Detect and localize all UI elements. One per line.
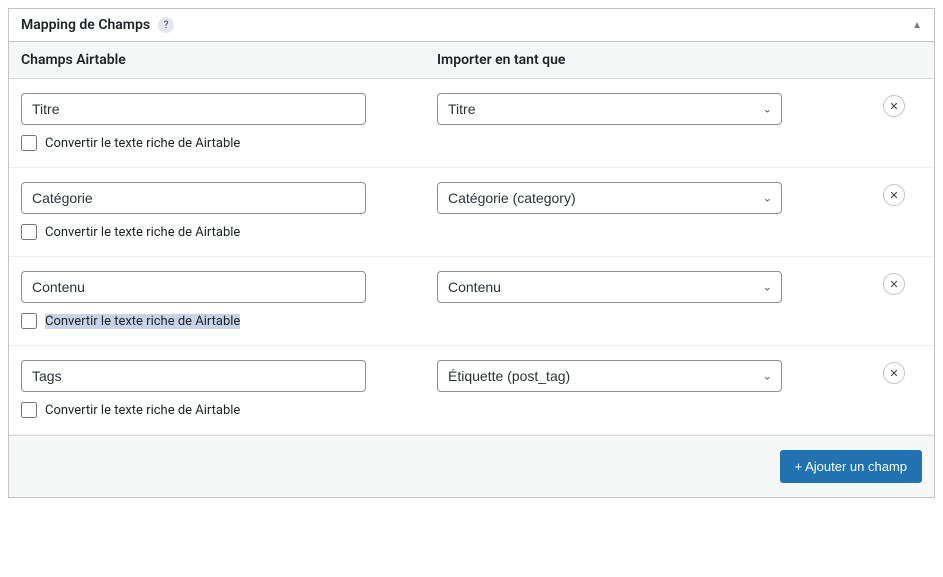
- add-field-button[interactable]: + Ajouter un champ: [780, 450, 922, 483]
- convert-rich-text-label: Convertir le texte riche de Airtable: [45, 136, 240, 151]
- airtable-field-input[interactable]: [21, 271, 366, 303]
- convert-rich-text-label: Convertir le texte riche de Airtable: [45, 225, 240, 240]
- table-header-row: Champs Airtable Importer en tant que: [9, 42, 934, 79]
- import-as-select[interactable]: Contenu: [437, 271, 782, 303]
- airtable-field-input[interactable]: [21, 93, 366, 125]
- field-mapping-panel: Mapping de Champs ? ▲ Champs Airtable Im…: [8, 8, 935, 498]
- remove-row-button[interactable]: ✕: [883, 273, 905, 295]
- mapping-row: Convertir le texte riche de Airtable Con…: [9, 257, 934, 346]
- mapping-row: Convertir le texte riche de Airtable Éti…: [9, 346, 934, 435]
- import-as-select[interactable]: Catégorie (category): [437, 182, 782, 214]
- import-as-select[interactable]: Titre: [437, 93, 782, 125]
- header-import-as: Importer en tant que: [425, 52, 854, 68]
- mapping-row: Convertir le texte riche de Airtable Tit…: [9, 79, 934, 168]
- remove-row-button[interactable]: ✕: [883, 95, 905, 117]
- panel-footer: + Ajouter un champ: [9, 435, 934, 497]
- airtable-field-input[interactable]: [21, 182, 366, 214]
- mapping-row: Convertir le texte riche de Airtable Cat…: [9, 168, 934, 257]
- collapse-icon[interactable]: ▲: [912, 20, 922, 31]
- convert-rich-text-checkbox[interactable]: [21, 135, 37, 151]
- remove-row-button[interactable]: ✕: [883, 362, 905, 384]
- convert-rich-text-checkbox[interactable]: [21, 313, 37, 329]
- convert-rich-text-label: Convertir le texte riche de Airtable: [45, 403, 240, 418]
- convert-rich-text-label: Convertir le texte riche de Airtable: [45, 314, 240, 329]
- panel-header[interactable]: Mapping de Champs ? ▲: [9, 9, 934, 42]
- convert-rich-text-checkbox[interactable]: [21, 402, 37, 418]
- remove-row-button[interactable]: ✕: [883, 184, 905, 206]
- convert-rich-text-checkbox[interactable]: [21, 224, 37, 240]
- help-icon[interactable]: ?: [158, 17, 174, 33]
- import-as-select[interactable]: Étiquette (post_tag): [437, 360, 782, 392]
- header-airtable-fields: Champs Airtable: [9, 52, 425, 68]
- panel-title: Mapping de Champs: [21, 17, 150, 33]
- airtable-field-input[interactable]: [21, 360, 366, 392]
